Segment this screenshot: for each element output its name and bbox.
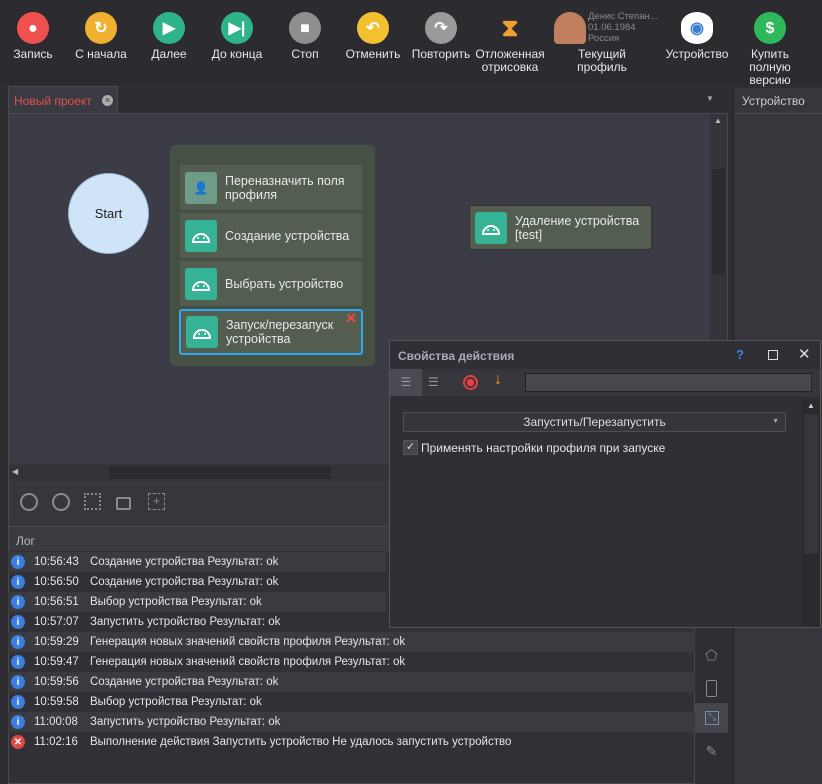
checkbox-checked-icon: ✓ <box>403 440 418 455</box>
dialog-search-input[interactable] <box>525 373 812 392</box>
dialog-title: Свойства действия <box>398 349 515 363</box>
tab-bar: Новый проект × ▼ <box>8 86 728 113</box>
apply-profile-checkbox[interactable]: ✓ Применять настройки профиля при запуск… <box>403 440 665 455</box>
stop-button[interactable]: ■ Стоп <box>270 12 340 61</box>
action-node-selected[interactable]: Запуск/перезапуск устройства ✕ <box>179 309 363 355</box>
log-row[interactable]: i 10:59:47 Генерация новых значений свойст… <box>8 652 695 672</box>
start-node[interactable]: Start <box>68 173 149 254</box>
hourglass-icon: ⧗ <box>501 14 519 42</box>
dialog-scrollbar[interactable]: ▲ <box>802 399 820 627</box>
resize-icon[interactable]: ⤡ <box>695 703 728 733</box>
dollar-icon: $ <box>754 12 786 44</box>
brush-icon[interactable]: ✎ <box>695 736 728 766</box>
error-icon: ✕ <box>11 735 25 749</box>
paint-bucket-icon[interactable]: ⬠ <box>695 640 728 670</box>
info-icon: i <box>11 555 25 569</box>
info-icon: i <box>11 655 25 669</box>
to-end-button[interactable]: ▶| До конца <box>202 12 272 61</box>
tab-new-project[interactable]: Новый проект × <box>8 86 118 113</box>
user-circle-icon[interactable] <box>52 493 70 511</box>
properties-settings-icon[interactable]: ☰ <box>390 369 422 396</box>
info-icon: i <box>11 595 25 609</box>
log-row[interactable]: i 10:56:51 Выбор устройства Результат: ok <box>8 592 386 612</box>
action-select[interactable]: Запустить/Перезапустить ▼ <box>403 412 786 432</box>
info-icon: i <box>11 675 25 689</box>
action-node[interactable]: Выбрать устройство <box>180 261 362 307</box>
close-icon[interactable]: ✕ <box>798 345 811 363</box>
add-frame-icon[interactable]: + <box>148 493 165 510</box>
profile-avatar-icon <box>554 12 586 44</box>
skip-end-icon: ▶| <box>221 12 253 44</box>
log-row[interactable]: i 10:59:56 Создание устройства Результат: … <box>8 672 695 692</box>
log-row[interactable]: ✕ 11:02:16 Выполнение действия Запустить у… <box>8 732 695 752</box>
redo-button[interactable]: ↷ Повторить <box>406 12 476 61</box>
toolbar: ● Запись ↻ С начала ▶ Далее ▶| До конца ■ Сто… <box>0 0 822 87</box>
undo-icon: ↶ <box>357 12 389 44</box>
log-row[interactable]: i 10:57:07 Запустить устройство Результат:… <box>8 612 386 632</box>
close-tab-icon[interactable]: × <box>102 95 113 106</box>
maximize-icon[interactable] <box>768 350 778 360</box>
help-icon[interactable]: ? <box>736 347 744 362</box>
record-icon[interactable] <box>463 375 478 390</box>
info-icon: i <box>11 695 25 709</box>
info-icon: i <box>11 635 25 649</box>
action-node-standalone[interactable]: Удаление устройства [test] <box>469 205 652 250</box>
eye-icon: ◉ <box>681 12 713 44</box>
action-node[interactable]: Создание устройства <box>180 213 362 259</box>
record-icon: ● <box>17 12 49 44</box>
android-icon <box>186 316 218 348</box>
user-icon: 👤 <box>185 171 217 204</box>
lock-icon[interactable] <box>116 497 131 510</box>
record-button[interactable]: ● Запись <box>0 12 68 61</box>
info-icon: i <box>11 575 25 589</box>
profile-info: Денис Степан... 01.06.1984 Россия <box>588 11 658 44</box>
stop-icon: ■ <box>289 12 321 44</box>
restart-icon: ↻ <box>85 12 117 44</box>
log-row[interactable]: i 10:59:29 Генерация новых значений свойст… <box>8 632 695 652</box>
next-button[interactable]: ▶ Далее <box>134 12 204 61</box>
deferred-render-button[interactable]: ⧗ Отложенная отрисовка <box>474 12 546 74</box>
log-row[interactable]: i 11:00:08 Запустить устройство Результат:… <box>8 712 695 732</box>
android-icon <box>185 219 217 252</box>
grid-icon[interactable] <box>84 493 101 510</box>
info-icon: i <box>11 615 25 629</box>
properties-edit-icon[interactable]: ☰ <box>428 369 452 396</box>
tab-dropdown-icon[interactable]: ▼ <box>706 94 714 103</box>
log-row[interactable]: i 10:59:58 Выбор устройства Результат: ok <box>8 692 695 712</box>
phone-icon[interactable] <box>706 680 717 697</box>
buy-full-version-button[interactable]: $ Купить полную версию <box>730 12 810 87</box>
info-icon: i <box>11 715 25 729</box>
arrow-down-icon[interactable]: ↓ <box>494 371 502 389</box>
android-icon <box>185 267 217 300</box>
action-node[interactable]: 👤 Переназначить поля профиля <box>180 165 362 211</box>
restart-button[interactable]: ↻ С начала <box>66 12 136 61</box>
redo-icon: ↷ <box>425 12 457 44</box>
android-icon <box>475 211 507 244</box>
delete-icon[interactable]: ✕ <box>345 311 357 325</box>
device-button[interactable]: ◉ Устройство <box>662 12 732 61</box>
chevron-down-icon: ▼ <box>772 418 779 425</box>
action-properties-dialog: Свойства действия ? ✕ ☰ ☰ ↓ ▲ Запустить/… <box>389 340 821 628</box>
undo-button[interactable]: ↶ Отменить <box>338 12 408 61</box>
log-row[interactable]: i 10:56:50 Создание устройства Результат: … <box>8 572 386 592</box>
play-icon: ▶ <box>153 12 185 44</box>
settings-icon[interactable] <box>20 493 38 511</box>
dialog-toolbar: ☰ ☰ ↓ <box>390 369 820 396</box>
log-row[interactable]: i 10:56:43 Создание устройства Результат: … <box>8 552 386 572</box>
